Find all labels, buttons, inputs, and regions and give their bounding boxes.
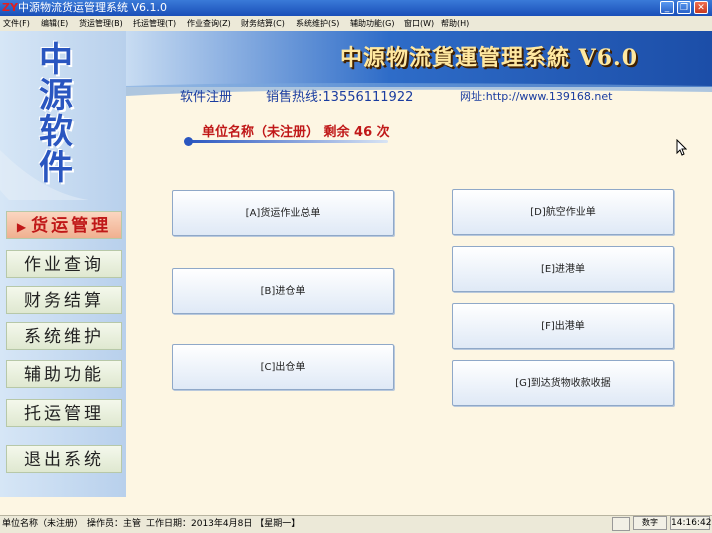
nav-label: 货运管理 (31, 216, 112, 236)
title-bar: ZY 中源物流货运管理系统 V6.1.0 _ ❐ ✕ (0, 0, 712, 16)
website-link[interactable]: 网址:http://www.139168.net (460, 88, 612, 104)
menu-file[interactable]: 文件(F) (3, 16, 30, 31)
nav-finance[interactable]: 财务结算 (6, 286, 122, 314)
status-panel (612, 517, 630, 531)
status-unit: 单位名称（未注册） (2, 519, 84, 529)
status-workdate: 工作日期：2013年4月8日 【星期一】 (146, 519, 301, 529)
port-in-button[interactable]: [E]进港单 (452, 246, 674, 292)
logo-char: 软 (39, 112, 73, 152)
warehouse-in-button[interactable]: [B]进仓单 (172, 268, 394, 314)
nav-aux-functions[interactable]: 辅助功能 (6, 360, 122, 388)
logo-char: 件 (39, 148, 73, 188)
status-clock: 14:16:42 (670, 516, 712, 530)
restore-icon[interactable]: ❐ (677, 1, 691, 14)
nav-consignment[interactable]: 托运管理 (6, 399, 122, 427)
app-banner-title: 中源物流貨運管理系統 V6.0 (340, 45, 639, 71)
underline-dot (184, 137, 193, 146)
freight-job-master-button[interactable]: [A]货运作业总单 (172, 190, 394, 236)
logo-char: 中 (39, 40, 73, 80)
unit-underline (184, 137, 388, 146)
menu-help[interactable]: 帮助(H) (441, 16, 469, 31)
logo-char: 源 (39, 76, 73, 116)
status-operator: 操作员：主管 (87, 519, 142, 529)
menu-freight[interactable]: 货运管理(B) (79, 16, 123, 31)
port-out-button[interactable]: [F]出港单 (452, 303, 674, 349)
menu-system[interactable]: 系统维护(S) (296, 16, 339, 31)
close-icon[interactable]: ✕ (694, 1, 708, 14)
menu-consign[interactable]: 托运管理(T) (133, 16, 176, 31)
nav-job-query[interactable]: 作业查询 (6, 250, 122, 278)
menu-query[interactable]: 作业查询(Z) (187, 16, 231, 31)
menu-edit[interactable]: 编辑(E) (41, 16, 68, 31)
window-title: 中源物流货运管理系统 V6.1.0 (18, 1, 168, 14)
nav-system-maintenance[interactable]: 系统维护 (6, 322, 122, 350)
app-icon: ZY (2, 1, 18, 14)
air-job-button[interactable]: [D]航空作业单 (452, 189, 674, 235)
active-arrow-icon: ▶ (16, 220, 30, 234)
mouse-cursor-icon (676, 139, 687, 156)
nav-freight-management[interactable]: ▶ 货运管理 (6, 211, 122, 239)
status-ime: 数字 (633, 516, 667, 530)
arrival-receipt-button[interactable]: [G]到达货物收款收据 (452, 360, 674, 406)
menu-bar: 文件(F) 编辑(E) 货运管理(B) 托运管理(T) 作业查询(Z) 财务结算… (0, 16, 712, 32)
unit-name-label: 单位名称（未注册） 剩余 46 次 (202, 125, 390, 140)
nav-exit[interactable]: 退出系统 (6, 445, 122, 473)
register-link[interactable]: 软件注册 (180, 86, 232, 105)
minimize-icon[interactable]: _ (660, 1, 674, 14)
warehouse-out-button[interactable]: [C]出仓单 (172, 344, 394, 390)
menu-aux[interactable]: 辅助功能(G) (350, 16, 394, 31)
menu-window[interactable]: 窗口(W) (404, 16, 434, 31)
logo: 中 源 软 件 (28, 42, 88, 192)
status-bar: 单位名称（未注册） 操作员：主管 工作日期：2013年4月8日 【星期一】 数字… (0, 515, 712, 533)
sales-hotline: 销售热线:13556111922 (266, 90, 414, 105)
menu-finance[interactable]: 财务结算(C) (241, 16, 285, 31)
